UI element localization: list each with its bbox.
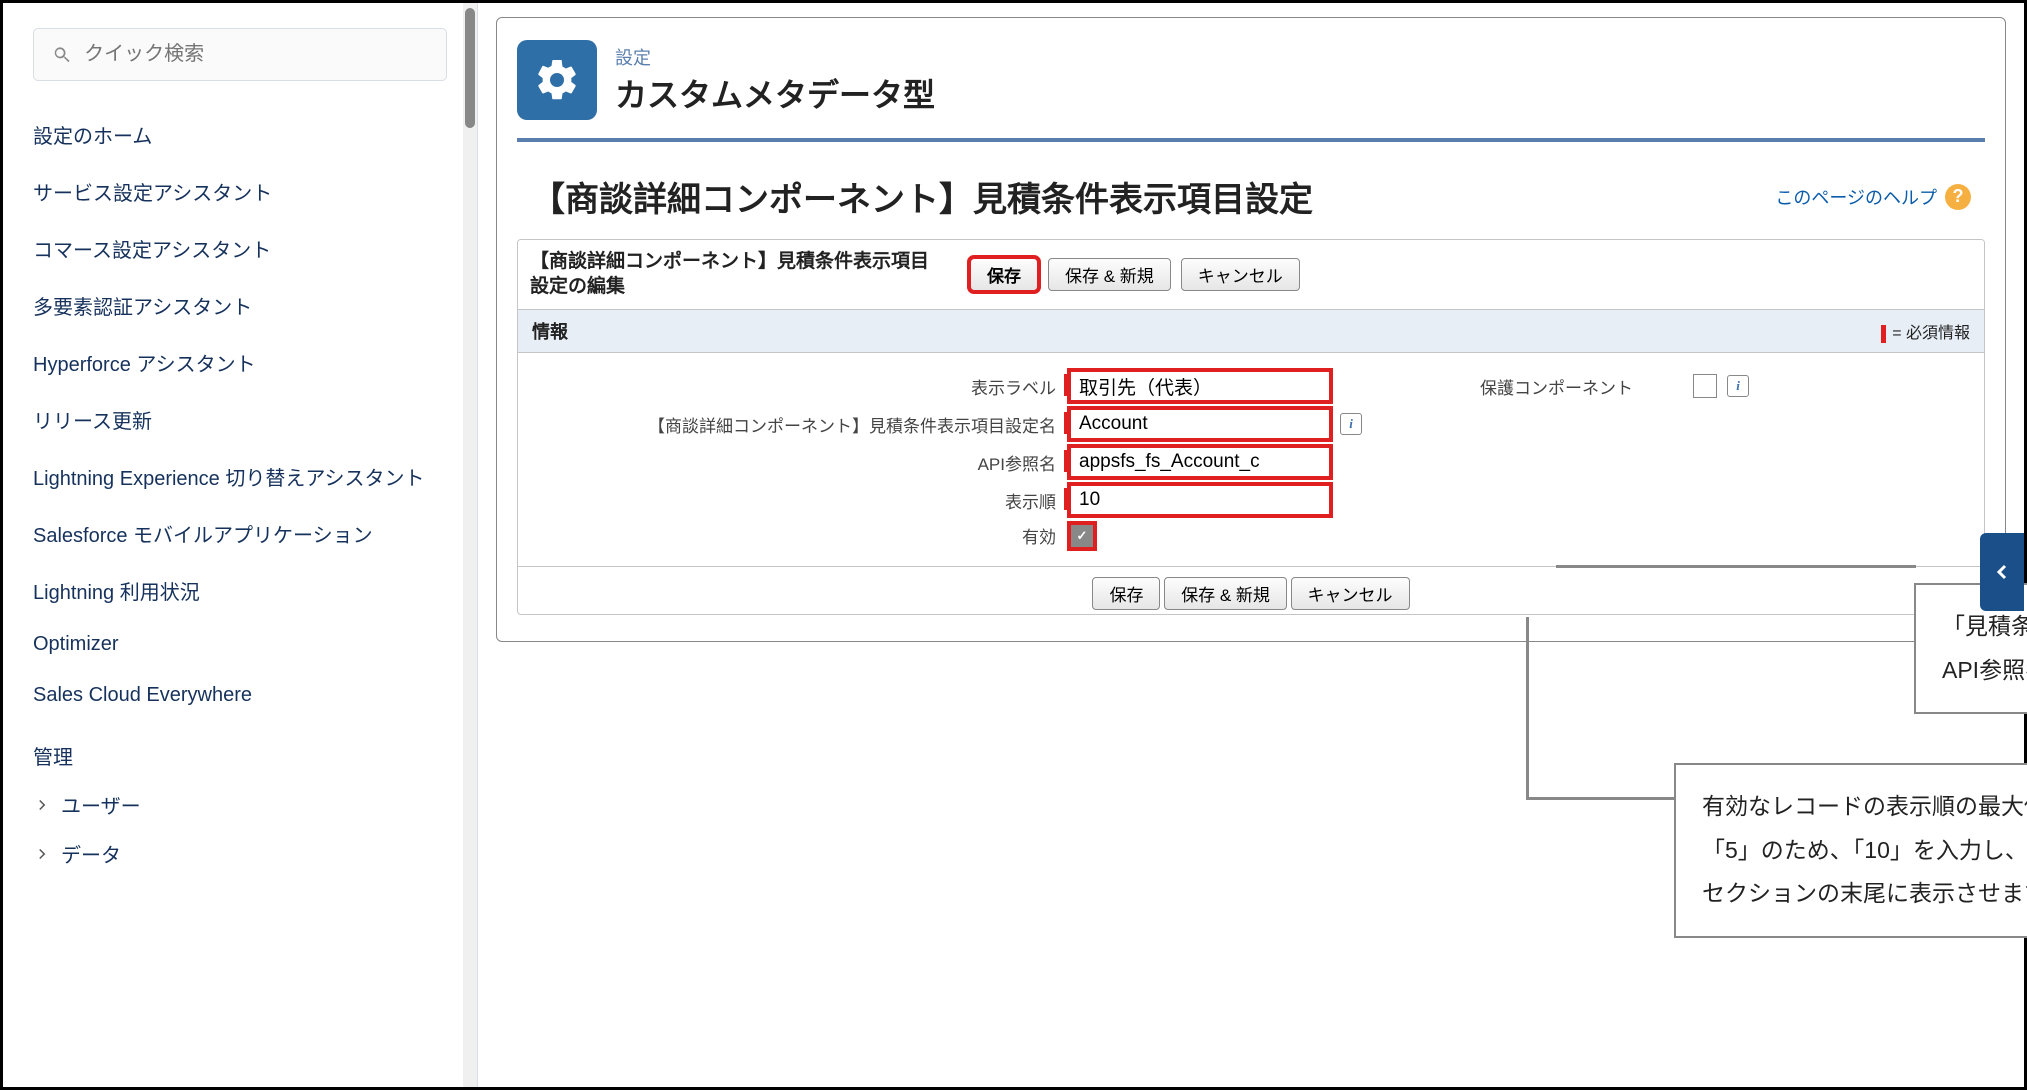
header-breadcrumb: 設定 [615,44,935,70]
input-display-label[interactable] [1070,371,1330,401]
sidebar-item-data[interactable]: データ [33,829,447,878]
panel-title: 【商談詳細コンポーネント】見積条件表示項目設定の編集 [530,250,930,299]
cancel-button-bottom[interactable]: キャンセル [1291,577,1410,610]
page-header: 設定 カスタムメタデータ型 [517,32,1985,142]
label-api-name: API参照名 [978,455,1056,474]
info-icon[interactable]: i [1340,413,1362,435]
quick-find-input[interactable] [84,43,428,66]
gear-icon [533,56,581,104]
callout-text: API参照名を入力します。 [1942,649,2027,693]
setup-gear-badge [517,40,597,120]
sidebar-item-hyperforce-assistant[interactable]: Hyperforce アシスタント [33,334,447,391]
save-button[interactable]: 保存 [970,258,1038,291]
callout-display-order: 有効なレコードの表示順の最大値が 「5」のため、「10」を入力し、 セクションの… [1674,763,2027,938]
help-icon: ? [1945,184,1971,210]
main-content: 設定 カスタムメタデータ型 【商談詳細コンポーネント】見積条件表示項目設定 この… [478,3,2024,1087]
checkbox-protected-component[interactable] [1693,374,1717,398]
header-title: カスタムメタデータ型 [615,70,935,116]
sidebar-item-optimizer[interactable]: Optimizer [33,619,447,670]
quick-find[interactable] [33,28,447,81]
sidebar-item-lex-switch-assistant[interactable]: Lightning Experience 切り替えアシスタント [33,448,447,505]
edit-panel: 【商談詳細コンポーネント】見積条件表示項目設定の編集 保存 保存 & 新規 キャ… [517,239,1985,615]
sidebar-item-commerce-assistant[interactable]: コマース設定アシスタント [33,220,447,277]
sidebar-item-release-updates[interactable]: リリース更新 [33,391,447,448]
save-and-new-button[interactable]: 保存 & 新規 [1048,258,1171,291]
section-label: 情報 [532,318,568,344]
page-title: 【商談詳細コンポーネント】見積条件表示項目設定 [531,172,1313,221]
right-edge-tab[interactable] [1980,533,2024,611]
chevron-right-icon [33,845,51,863]
sidebar-item-service-assistant[interactable]: サービス設定アシスタント [33,163,447,220]
label-display-order: 表示順 [1005,493,1056,512]
chevron-left-icon [1990,560,2014,584]
sidebar-item-setup-home[interactable]: 設定のホーム [33,106,447,163]
input-api-name[interactable] [1070,447,1330,477]
scrollbar-thumb[interactable] [465,8,475,128]
label-display-label: 表示ラベル [971,379,1056,398]
callout-text: セクションの末尾に表示させます。 [1702,872,2027,916]
sidebar-item-label: ユーザー [61,790,141,819]
sidebar-item-label: データ [61,839,121,868]
callout-connector [1556,565,1916,568]
sidebar-section-admin: 管理 [33,721,447,780]
sidebar-item-users[interactable]: ユーザー [33,780,447,829]
sidebar-item-sales-cloud-everywhere[interactable]: Sales Cloud Everywhere [33,670,447,721]
required-legend: = 必須情報 [1881,319,1970,343]
sidebar-item-mobile-app[interactable]: Salesforce モバイルアプリケーション [33,505,447,562]
page-help-link[interactable]: このページのヘルプ ? [1775,184,1971,210]
label-active: 有効 [1022,528,1056,547]
setup-sidebar: 設定のホーム サービス設定アシスタント コマース設定アシスタント 多要素認証アシ… [3,3,478,1087]
sidebar-item-lightning-usage[interactable]: Lightning 利用状況 [33,562,447,619]
info-icon[interactable]: i [1727,375,1749,397]
callout-text: 「5」のため、「10」を入力し、 [1702,829,2027,873]
label-protected-component: 保護コンポーネント [1480,374,1633,399]
save-and-new-button-bottom[interactable]: 保存 & 新規 [1164,577,1287,610]
callout-connector [1526,797,1676,800]
save-button-bottom[interactable]: 保存 [1092,577,1160,610]
label-setting-name: 【商談詳細コンポーネント】見積条件表示項目設定名 [648,417,1056,436]
sidebar-item-mfa-assistant[interactable]: 多要素認証アシスタント [33,277,447,334]
help-link-label: このページのヘルプ [1775,184,1937,210]
callout-connector [1526,617,1529,797]
callout-text: 「見積条件」にある「取引先名」の [1942,605,2027,649]
sidebar-scrollbar[interactable] [463,3,477,1087]
input-display-order[interactable] [1070,485,1330,515]
input-setting-name[interactable] [1070,409,1330,439]
chevron-right-icon [33,796,51,814]
cancel-button[interactable]: キャンセル [1181,258,1300,291]
callout-text: 有効なレコードの表示順の最大値が [1702,785,2027,829]
search-icon [52,44,72,66]
checkbox-active[interactable]: ✓ [1070,524,1094,548]
